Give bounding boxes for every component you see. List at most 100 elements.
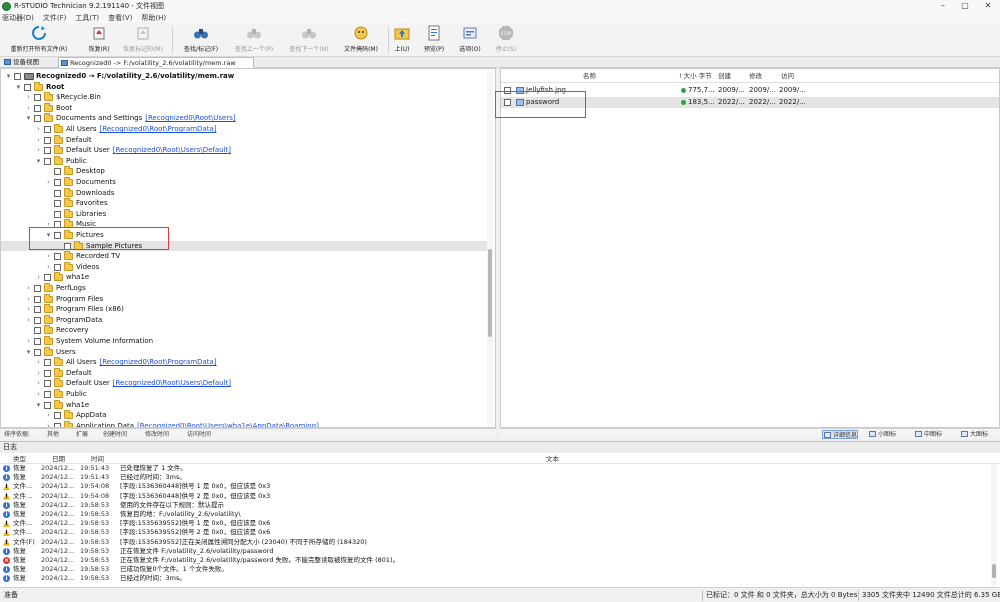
tree-node-link[interactable]: [Recognized0\Root\Users\Default] [113,379,231,387]
log-row[interactable]: ! 文件(F) 2024/12... 19:58:53 [字段:1535639552]正… [0,538,990,547]
minimize-button[interactable]: – [932,0,954,12]
tree-checkbox[interactable] [54,412,61,420]
tree-checkbox[interactable] [54,200,61,208]
collapse-arrow-icon[interactable]: ▾ [5,71,12,82]
tree-node[interactable]: › All Users [Recognized0\Root\ProgramData] [1,124,487,135]
sort-accessed-button[interactable]: 访问时间 [187,429,211,440]
tree-node[interactable]: › Default User [Recognized0\Root\Users\Def… [1,145,487,156]
close-button[interactable]: ✕ [977,0,999,12]
expand-arrow-icon[interactable]: › [25,304,32,315]
tree-checkbox[interactable] [34,348,41,356]
column-created[interactable]: 创建 [718,69,731,83]
tree-checkbox[interactable] [44,380,51,388]
options-button[interactable]: 选项(O) [456,25,484,55]
tree-checkbox[interactable] [54,210,61,218]
expand-arrow-icon[interactable]: › [25,103,32,114]
log-row[interactable]: ! 文件... 2024/12... 19:54:08 [字段:1536360448]供… [0,482,990,491]
tree-checkbox[interactable] [44,126,51,133]
sort-modified-button[interactable]: 修改时间 [145,429,169,440]
tree-node[interactable]: › AppData [1,410,487,421]
tree-checkbox[interactable] [34,295,41,303]
tree-checkbox[interactable] [44,274,51,282]
tree-checkbox[interactable] [34,94,41,102]
log-row[interactable]: i 恢复 2024/12... 19:58:53 恢复目的地：F:/volatility… [0,510,990,519]
tree-checkbox[interactable] [14,73,21,80]
sort-extension-button[interactable]: 扩展 [76,429,88,440]
menu-file[interactable]: 文件(F) [43,13,67,23]
log-row[interactable]: ! 文件... 2024/12... 19:58:53 [字段:1535639552]供… [0,519,990,528]
tree-node[interactable]: › Recorded TV [1,251,487,262]
expand-arrow-icon[interactable]: › [45,177,52,188]
tree-node[interactable]: ▾ Users [1,346,487,358]
tree-node[interactable]: › PerfLogs [1,283,487,294]
tree-node[interactable]: › Videos [1,261,487,273]
expand-arrow-icon[interactable]: › [35,357,42,368]
view-medium-icons-button[interactable]: 中图标 [914,430,942,439]
view-large-icons-button[interactable]: 大图标 [960,430,988,439]
tree-checkbox[interactable] [34,338,41,345]
tree-node[interactable]: › System Volume Information [1,336,487,347]
expand-arrow-icon[interactable]: › [35,272,42,283]
sort-other-button[interactable]: 其他 [47,429,59,440]
tree-node[interactable]: › Application Data [Recognized0\Root\Users… [1,420,487,427]
log-row[interactable]: i 恢复 2024/12... 19:58:53 已经过的时间：3ms。 [0,574,990,583]
tree-node[interactable]: ▾ Root [1,81,487,93]
tree-node[interactable]: › Boot [1,102,487,114]
tree-node-link[interactable]: [Recognized0\Root\Users\Default] [113,146,231,154]
tree-node[interactable]: › ProgramData [1,314,487,326]
menu-help[interactable]: 帮助(H) [141,13,166,23]
tree-scrollbar[interactable] [487,71,493,425]
tree-node[interactable]: › Program Files [1,293,487,305]
tree-checkbox[interactable] [44,391,51,398]
sort-created-button[interactable]: 创建时间 [103,429,127,440]
column-accessed[interactable]: 访问 [781,69,794,83]
collapse-arrow-icon[interactable]: ▾ [35,400,42,411]
tree-checkbox[interactable] [34,104,41,112]
expand-arrow-icon[interactable]: › [35,145,42,156]
expand-arrow-icon[interactable]: › [45,262,52,273]
tree-node[interactable]: › $Recycle.Bin [1,92,487,103]
tree-node[interactable]: › Default [1,134,487,146]
tree-checkbox[interactable] [44,136,51,144]
tree-checkbox[interactable] [44,157,51,165]
tree-checkbox[interactable] [24,83,31,91]
expand-arrow-icon[interactable]: › [45,251,52,262]
tree-node[interactable]: › Public [1,389,487,400]
find-next-button[interactable]: 查找下一个(N) [283,25,335,55]
tab-file-view[interactable]: Recognized0 -> F:/volatility_2.6/volatil… [58,57,254,68]
tree-checkbox[interactable] [44,369,51,377]
tree-node[interactable]: Desktop [1,166,487,177]
tree-node[interactable]: ▾ Public [1,155,487,167]
log-row[interactable]: i 恢复 2024/12... 19:58:53 已成功恢复0个文件。1 个文件失败。 [0,565,990,574]
expand-arrow-icon[interactable]: › [45,410,52,421]
log-row[interactable]: × 恢复 2024/12... 19:58:53 正在恢复文件 F:/volatilit… [0,556,990,565]
tree-node[interactable]: › Documents [1,177,487,188]
tree-checkbox[interactable] [54,189,61,197]
log-row[interactable]: i 恢复 2024/12... 19:58:53 使用的文件存在以下规则：默认提示 [0,501,990,510]
up-button[interactable]: 上(U) [391,25,413,55]
tree-checkbox[interactable] [44,401,51,409]
column-size[interactable]: ! 大小 字节 [679,69,712,83]
expand-arrow-icon[interactable]: › [25,315,32,326]
log-column-type[interactable]: 类型 [13,454,26,464]
menu-tools[interactable]: 工具(T) [75,13,99,23]
tree-node-link[interactable]: [Recognized0\Root\ProgramData] [100,125,217,133]
view-details-button[interactable]: 详细信息 [822,430,859,439]
tree-node[interactable]: ▾ Recognized0 → F:/volatility_2.6/volatil… [1,71,487,82]
log-row[interactable]: ! 文件... 2024/12... 19:58:53 [字段:1535639552]供… [0,528,990,537]
expand-arrow-icon[interactable]: › [35,389,42,400]
log-row[interactable]: i 恢复 2024/12... 19:51:43 已经过的时间：3ms。 [0,473,990,482]
tree-checkbox[interactable] [44,147,51,155]
tree-node[interactable]: ▾ wha1e [1,399,487,411]
tree-node-link[interactable]: [Recognized0\Root\Users] [145,114,235,122]
recover-button[interactable]: 恢复(R) [80,25,118,55]
expand-arrow-icon[interactable]: › [25,336,32,347]
expand-arrow-icon[interactable]: › [25,92,32,103]
log-column-time[interactable]: 时间 [91,454,104,464]
tree-checkbox[interactable] [34,285,41,292]
tree-checkbox[interactable] [54,253,61,261]
collapse-arrow-icon[interactable]: ▾ [25,347,32,358]
column-modified[interactable]: 修改 [749,69,762,83]
tree-node[interactable]: › Default [1,367,487,379]
reopen-all-files-button[interactable]: 重新打开所有文件(R) [4,25,74,55]
